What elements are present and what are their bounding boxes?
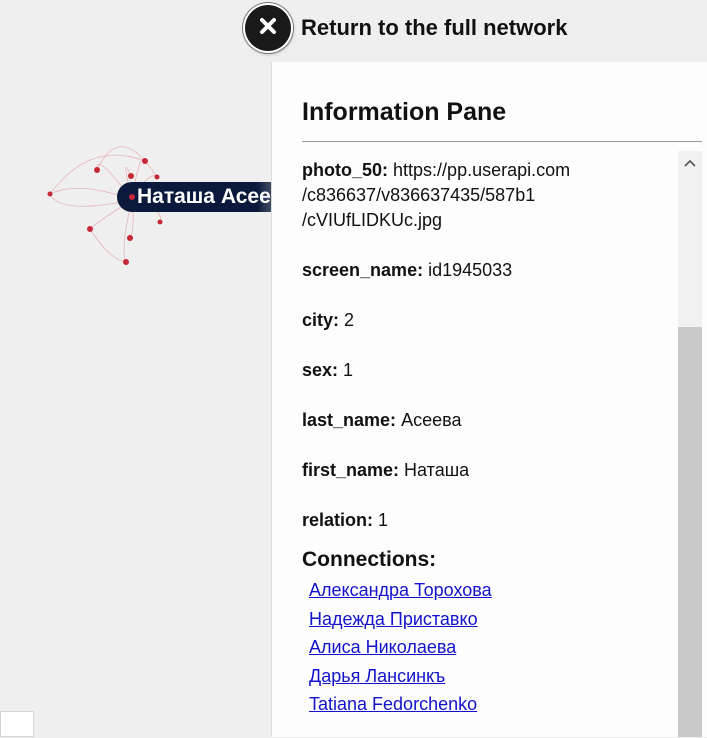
field-key: screen_name: [302,260,424,280]
field-sex: sex: 1 [302,358,672,383]
field-key: city: [302,310,340,330]
pane-content[interactable]: photo_50: https://pp.userapi.com /c83663… [302,158,672,738]
field-value: 1 [378,510,389,530]
graph-node[interactable] [128,173,134,179]
field-screen-name: screen_name: id1945033 [302,258,672,283]
field-relation: relation: 1 [302,508,672,533]
field-value: /c836637/v836637435/587b1 [302,185,536,205]
connection-link[interactable]: Надежда Приставко [309,605,672,634]
field-value: Наташа [404,460,470,480]
network-graph[interactable] [0,0,271,737]
field-last-name: last_name: Асеева [302,408,672,433]
return-label[interactable]: Return to the full network [301,15,567,41]
corner-box [0,711,34,737]
graph-node[interactable] [94,167,100,173]
information-pane: Information Pane photo_50: https://pp.us… [271,62,707,737]
graph-node[interactable] [127,235,133,241]
graph-node[interactable] [157,219,163,225]
field-first-name: first_name: Наташа [302,458,672,483]
graph-node[interactable] [47,191,53,197]
field-value: id1945033 [428,260,513,280]
field-key: sex: [302,360,339,380]
connection-link[interactable]: Дарья Лансинкъ [309,662,672,691]
connection-link[interactable]: Алиса Николаева [309,633,672,662]
chevron-up-icon [684,154,696,172]
field-value: 2 [344,310,355,330]
scroll-up-button[interactable] [678,151,702,175]
close-icon [257,15,279,42]
field-key: relation: [302,510,374,530]
field-photo-50: photo_50: https://pp.userapi.com /c83663… [302,158,672,233]
field-value: Асеева [401,410,462,430]
field-key: last_name: [302,410,397,430]
graph-node[interactable] [123,259,129,265]
graph-node[interactable] [142,158,148,164]
field-key: first_name: [302,460,400,480]
field-key: photo_50: [302,160,389,180]
field-city: city: 2 [302,308,672,333]
graph-node[interactable] [154,174,160,180]
field-value: /cVIUfLIDKUc.jpg [302,210,443,230]
scrollbar-thumb[interactable] [678,327,702,737]
connections-heading: Connections: [302,548,437,571]
return-button[interactable] [245,5,291,51]
pane-title: Information Pane [302,98,507,126]
pane-divider [302,141,702,142]
connection-link[interactable]: Александра Торохова [309,576,672,605]
return-bar: Return to the full network [245,4,567,52]
field-value: 1 [343,360,354,380]
pane-scrollbar[interactable] [678,151,702,737]
graph-node[interactable] [87,226,93,232]
selected-node[interactable] [129,194,135,200]
connection-link[interactable]: Tatiana Fedorchenko [309,690,672,719]
field-value: https://pp.userapi.com [393,160,571,180]
